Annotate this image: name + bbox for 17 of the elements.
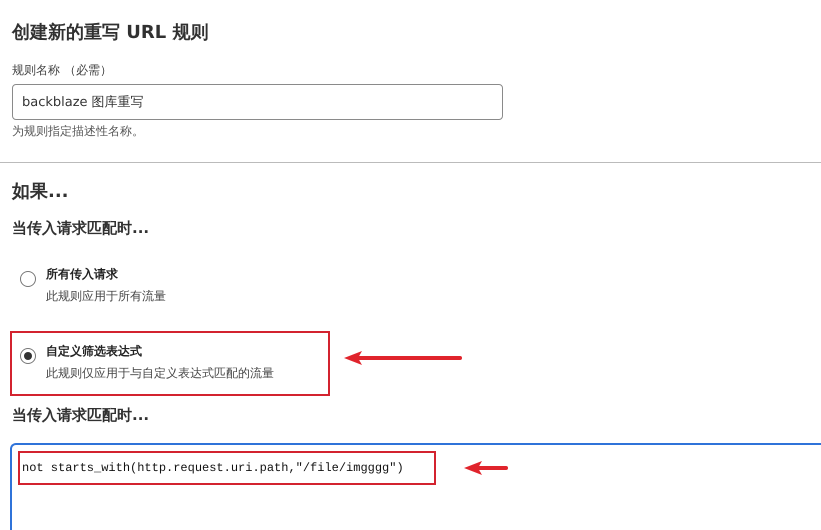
arrow-icon <box>344 350 462 364</box>
field-hint: 为规则指定描述性名称。 <box>12 123 145 140</box>
expression-code: not starts_with(http.request.uri.path,"/file/imgggg") <box>18 451 436 485</box>
option-label: 所有传入请求 <box>46 266 119 283</box>
section-heading: 当传入请求匹配时... <box>12 219 150 238</box>
arrow-icon <box>464 461 508 475</box>
rule-name-field[interactable]: backblaze 图库重写 <box>12 84 503 120</box>
section-title: 如果... <box>12 180 70 203</box>
option-description: 此规则应用于所有流量 <box>46 288 166 305</box>
field-label: 规则名称 （必需） <box>12 62 113 79</box>
section-heading: 当传入请求匹配时... <box>12 406 150 425</box>
radio-button[interactable] <box>20 348 36 364</box>
page-title: 创建新的重写 URL 规则 <box>12 21 210 45</box>
expression-editor[interactable]: not starts_with(http.request.uri.path,"/file/imgggg") <box>10 443 821 530</box>
option-description: 此规则仅应用于与自定义表达式匹配的流量 <box>46 365 274 382</box>
option-label: 自定义筛选表达式 <box>46 343 143 360</box>
radio-button[interactable] <box>20 271 36 287</box>
